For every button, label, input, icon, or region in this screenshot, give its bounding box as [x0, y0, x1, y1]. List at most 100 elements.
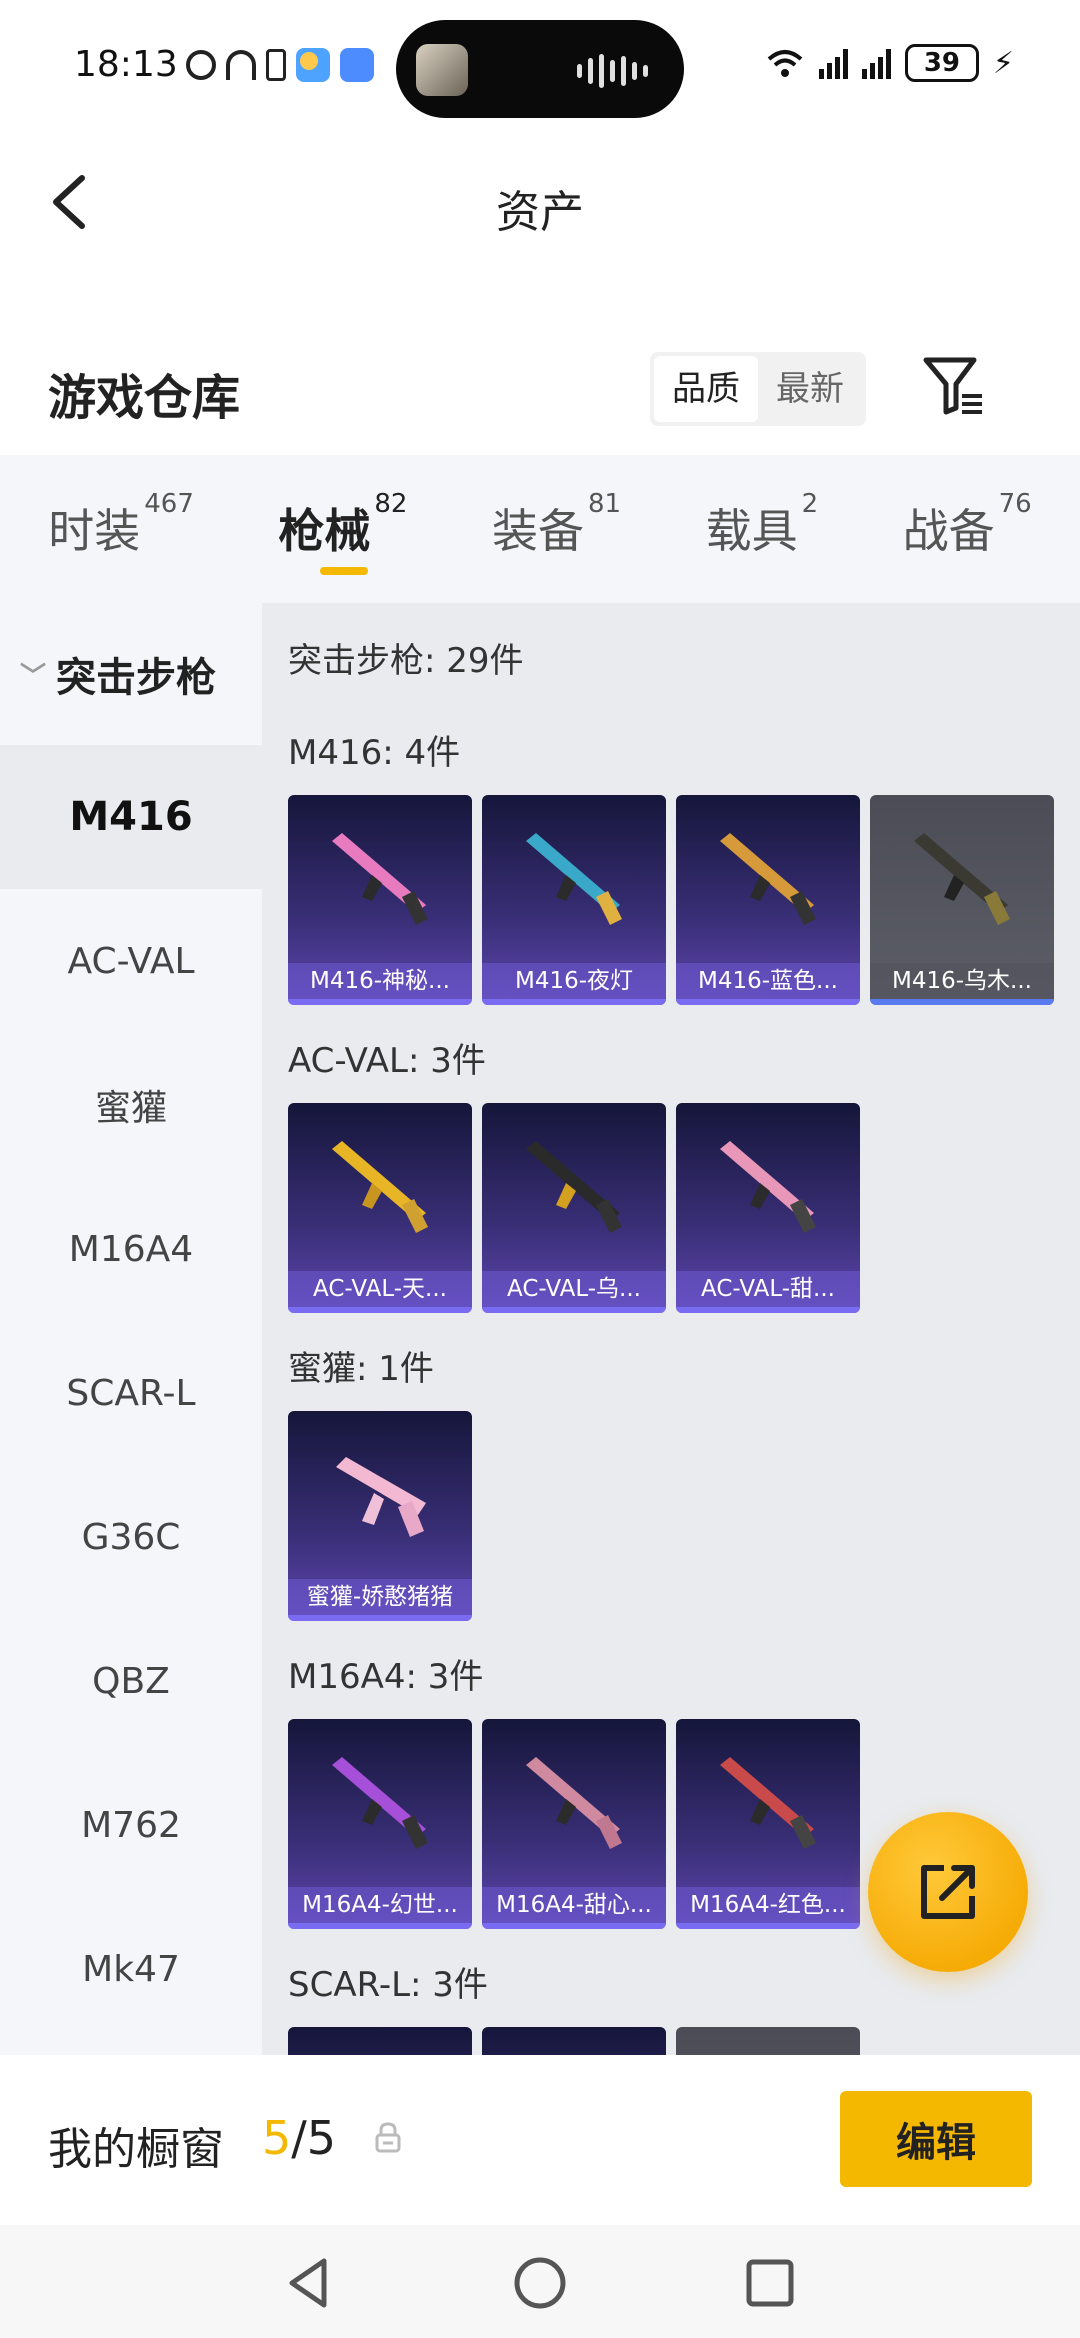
tab-label: 战备 [902, 504, 995, 558]
rifle-icon [332, 1757, 428, 1849]
system-nav-bar [0, 2225, 1080, 2338]
section-label: 蜜獾: 1件 [288, 1349, 434, 1389]
page-title: 资产 [496, 187, 584, 238]
weapon-card[interactable] [288, 2027, 472, 2055]
weapon-card[interactable]: M416-神秘... [288, 795, 472, 1005]
tab-count: 82 [374, 489, 408, 519]
card-name: M416-蓝色... [676, 963, 860, 999]
weapon-card[interactable]: AC-VAL-甜... [676, 1103, 860, 1313]
share-external-icon [921, 1865, 975, 1919]
nav-home-icon[interactable] [510, 2253, 570, 2313]
status-time: 18:13 [74, 44, 178, 85]
edit-button[interactable]: 编辑 [840, 2091, 1032, 2187]
section-label: SCAR-L: 3件 [288, 1965, 488, 2005]
weapon-card[interactable]: AC-VAL-乌... [482, 1103, 666, 1313]
wifi-icon [767, 50, 803, 77]
tab-count: 2 [801, 489, 819, 519]
sidebar-item-mk47[interactable]: Mk47 [0, 1897, 262, 2041]
app-header: 资产 [0, 140, 1080, 260]
sort-toggle: 品质 最新 [650, 352, 866, 426]
weapon-card[interactable]: M416-乌木... [870, 795, 1054, 1005]
status-left-icons [186, 48, 374, 82]
sidebar-group-label: 突击步枪 [56, 655, 217, 701]
showcase-count-current: 5 [262, 2111, 292, 2165]
sidebar-item-g36c[interactable]: G36C [0, 1465, 262, 1609]
lock-icon [375, 2122, 401, 2153]
card-row: 蜜獾-娇憨猪猪 [288, 1411, 472, 1621]
card-row: M16A4-幻世... M16A4-甜心... M16A4-红色... [288, 1719, 860, 1929]
rifle-icon [526, 833, 622, 925]
card-name: M16A4-甜心... [482, 1887, 666, 1923]
share-button[interactable] [868, 1812, 1028, 1972]
category-tabs: 时装 467 枪械 82 装备 81 载具 2 战备 76 [0, 455, 1080, 603]
rifle-icon [720, 1757, 816, 1849]
headset-icon [226, 50, 256, 80]
dynamic-island[interactable] [396, 20, 684, 118]
rifle-icon [720, 833, 816, 925]
sidebar-item-scar-l[interactable]: SCAR-L [0, 1321, 262, 1465]
weapon-card[interactable]: M16A4-红色... [676, 1719, 860, 1929]
sidebar-item-qbz[interactable]: QBZ [0, 1609, 262, 1753]
weapon-sidebar: ﹀ 突击步枪 M416 AC-VAL 蜜獾 M16A4 SCAR-L G36C … [0, 603, 262, 2055]
tab-label: 装备 [491, 504, 584, 558]
card-row: AC-VAL-天... AC-VAL-乌... AC-VAL-甜... [288, 1103, 860, 1313]
showcase-label: 我的橱窗 [48, 2124, 224, 2175]
sidebar-item-ac-val[interactable]: AC-VAL [0, 889, 262, 1033]
weapon-card[interactable] [676, 2027, 860, 2055]
tab-fashion[interactable]: 时装 467 [48, 455, 194, 603]
filter-icon[interactable] [922, 354, 986, 418]
sidebar-item-m416[interactable]: M416 [0, 745, 262, 889]
showcase-count-total: /5 [291, 2111, 337, 2165]
alarm-icon [186, 50, 216, 80]
card-name: AC-VAL-甜... [676, 1271, 860, 1307]
card-name: M416-乌木... [870, 963, 1054, 999]
nav-recents-icon[interactable] [740, 2253, 800, 2313]
media-thumbnail [416, 44, 468, 96]
card-row [288, 2027, 860, 2055]
weapon-card[interactable]: M416-夜灯 [482, 795, 666, 1005]
rifle-icon [526, 1757, 622, 1849]
message-icon [340, 48, 374, 82]
tab-supplies[interactable]: 战备 76 [903, 455, 1032, 603]
card-row: M416-神秘... M416-夜灯 M416-蓝色... M416-乌木... [288, 795, 1054, 1005]
tab-label: 时装 [48, 504, 141, 558]
cellular-signal-icon [818, 47, 848, 79]
rifle-icon [336, 1457, 426, 1537]
rifle-icon [332, 833, 428, 925]
weapon-card[interactable]: M416-蓝色... [676, 795, 860, 1005]
tab-firearms[interactable]: 枪械 82 [278, 455, 407, 603]
sidebar-item-honey-badger[interactable]: 蜜獾 [0, 1033, 262, 1177]
card-name: AC-VAL-乌... [482, 1271, 666, 1307]
card-name: M16A4-红色... [676, 1887, 860, 1923]
sort-newest-option[interactable]: 最新 [758, 356, 862, 422]
section-label: M416: 4件 [288, 733, 461, 773]
rifle-icon [526, 1141, 622, 1233]
tab-equipment[interactable]: 装备 81 [492, 455, 621, 603]
weapon-card[interactable]: M16A4-甜心... [482, 1719, 666, 1929]
sort-quality-option[interactable]: 品质 [654, 356, 758, 422]
tab-count: 81 [587, 489, 622, 519]
rifle-icon [332, 1141, 428, 1233]
warehouse-bar: 游戏仓库 品质 最新 [0, 330, 1080, 450]
card-name: M416-夜灯 [482, 963, 666, 999]
weapon-card[interactable]: 蜜獾-娇憨猪猪 [288, 1411, 472, 1621]
card-name: 蜜獾-娇憨猪猪 [288, 1579, 472, 1615]
sidebar-group-assault-rifles[interactable]: ﹀ 突击步枪 [0, 603, 262, 745]
card-name: AC-VAL-天... [288, 1271, 472, 1307]
battery-indicator: 39 [904, 44, 979, 82]
rifle-icon [720, 1141, 816, 1233]
tab-vehicles[interactable]: 载具 2 [706, 455, 819, 603]
weapon-card[interactable]: M16A4-幻世... [288, 1719, 472, 1929]
tab-count: 467 [144, 489, 194, 519]
weapon-card[interactable] [482, 2027, 666, 2055]
sidebar-item-m16a4[interactable]: M16A4 [0, 1177, 262, 1321]
charging-icon: ⚡ [992, 45, 1014, 81]
weather-icon [296, 48, 330, 82]
sidebar-item-m762[interactable]: M762 [0, 1753, 262, 1897]
showcase-count: 5/5 [262, 2111, 336, 2165]
nav-back-icon[interactable] [280, 2253, 340, 2313]
card-name: M416-神秘... [288, 963, 472, 999]
card-name: M16A4-幻世... [288, 1887, 472, 1923]
warehouse-title: 游戏仓库 [48, 370, 241, 426]
weapon-card[interactable]: AC-VAL-天... [288, 1103, 472, 1313]
